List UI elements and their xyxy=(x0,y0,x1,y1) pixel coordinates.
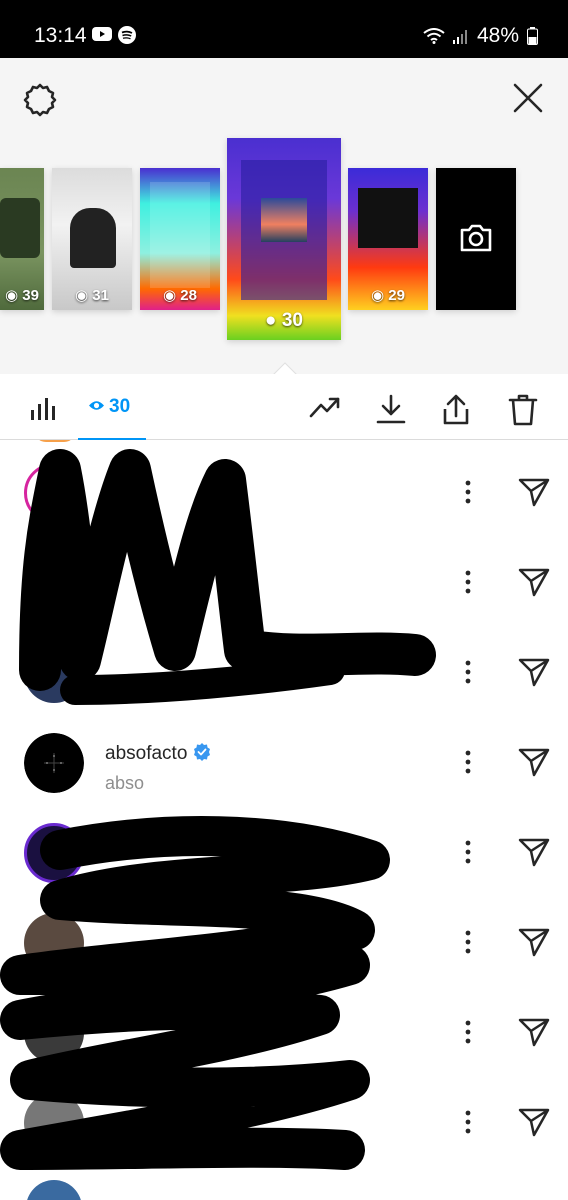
eye-icon xyxy=(89,401,104,410)
battery-percent: 48% xyxy=(476,24,519,47)
more-options-icon[interactable] xyxy=(464,480,472,504)
send-message-icon[interactable] xyxy=(518,567,550,597)
story-thumbnail-selected[interactable]: ● 30 xyxy=(227,138,341,340)
close-icon[interactable] xyxy=(512,82,544,114)
avatar[interactable] xyxy=(24,733,84,793)
settings-gear-icon[interactable] xyxy=(22,82,58,118)
more-options-icon[interactable] xyxy=(464,660,472,684)
viewer-username[interactable]: absofacto xyxy=(105,743,211,765)
download-icon[interactable] xyxy=(376,394,406,424)
more-options-icon[interactable] xyxy=(464,840,472,864)
story-view-count: ◉ 28 xyxy=(163,287,197,304)
more-options-icon[interactable] xyxy=(464,1110,472,1134)
spotify-icon xyxy=(118,26,136,44)
story-view-count: ◉ 31 xyxy=(75,287,109,304)
status-right: 48% xyxy=(423,24,538,48)
share-icon[interactable] xyxy=(441,394,471,426)
viewer-row[interactable] xyxy=(0,538,568,628)
send-message-icon[interactable] xyxy=(518,747,550,777)
battery-icon xyxy=(527,27,538,45)
send-message-icon[interactable] xyxy=(518,477,550,507)
story-image xyxy=(358,188,418,248)
story-view-count: ◉ 29 xyxy=(371,287,405,304)
story-insights-tabbar: 30 xyxy=(0,374,568,440)
avatar[interactable] xyxy=(24,913,84,973)
send-message-icon[interactable] xyxy=(518,837,550,867)
avatar[interactable] xyxy=(24,553,84,613)
send-message-icon[interactable] xyxy=(518,1107,550,1137)
wifi-icon xyxy=(423,28,445,44)
viewer-row[interactable] xyxy=(0,808,568,898)
more-options-icon[interactable] xyxy=(464,1020,472,1044)
add-story-camera-tile[interactable] xyxy=(436,168,516,310)
avatar[interactable] xyxy=(24,1093,84,1153)
avatar[interactable] xyxy=(24,643,84,703)
viewer-row[interactable] xyxy=(0,1078,568,1168)
camera-icon xyxy=(460,224,492,252)
album-cover xyxy=(261,198,307,242)
story-image xyxy=(150,182,210,288)
story-thumbnail[interactable]: ◉ 39 xyxy=(0,168,44,310)
status-time: 13:14 xyxy=(34,24,87,47)
viewer-fullname: abso xyxy=(105,773,145,793)
send-message-icon[interactable] xyxy=(518,1017,550,1047)
send-message-icon[interactable] xyxy=(518,657,550,687)
story-thumbnail[interactable]: ◉ 28 xyxy=(140,168,220,310)
status-bar: 13:14 48% xyxy=(0,0,568,58)
more-options-icon[interactable] xyxy=(464,930,472,954)
more-options-icon[interactable] xyxy=(464,570,472,594)
story-image xyxy=(0,198,40,258)
partial-avatar xyxy=(34,440,76,442)
delete-trash-icon[interactable] xyxy=(508,394,538,426)
viewer-row[interactable] xyxy=(0,628,568,718)
verified-badge-icon xyxy=(194,743,211,761)
story-view-count: ● 30 xyxy=(265,310,303,331)
story-view-count: ◉ 39 xyxy=(5,287,39,304)
avatar[interactable] xyxy=(24,1003,84,1063)
youtube-icon xyxy=(92,27,112,41)
viewer-row[interactable] xyxy=(0,898,568,988)
viewers-count: 30 xyxy=(109,396,131,417)
story-image xyxy=(70,208,116,268)
send-message-icon[interactable] xyxy=(518,927,550,957)
more-options-icon[interactable] xyxy=(464,750,472,774)
avatar[interactable] xyxy=(24,823,84,883)
viewers-list: absofacto abso xyxy=(0,440,568,1200)
story-thumbnail[interactable]: ◉ 31 xyxy=(52,168,132,310)
stats-bars-icon[interactable] xyxy=(30,396,58,420)
viewer-row[interactable] xyxy=(0,448,568,538)
viewer-row[interactable]: absofacto abso xyxy=(0,718,568,808)
avatar[interactable] xyxy=(24,463,84,523)
tab-viewers[interactable]: 30 xyxy=(78,374,146,440)
trending-up-icon[interactable] xyxy=(309,394,341,420)
status-app-icons xyxy=(92,26,136,44)
story-thumbnail[interactable]: ◉ 29 xyxy=(348,168,428,310)
signal-icon xyxy=(452,30,467,44)
partial-avatar xyxy=(26,1180,82,1200)
viewer-row[interactable] xyxy=(0,988,568,1078)
